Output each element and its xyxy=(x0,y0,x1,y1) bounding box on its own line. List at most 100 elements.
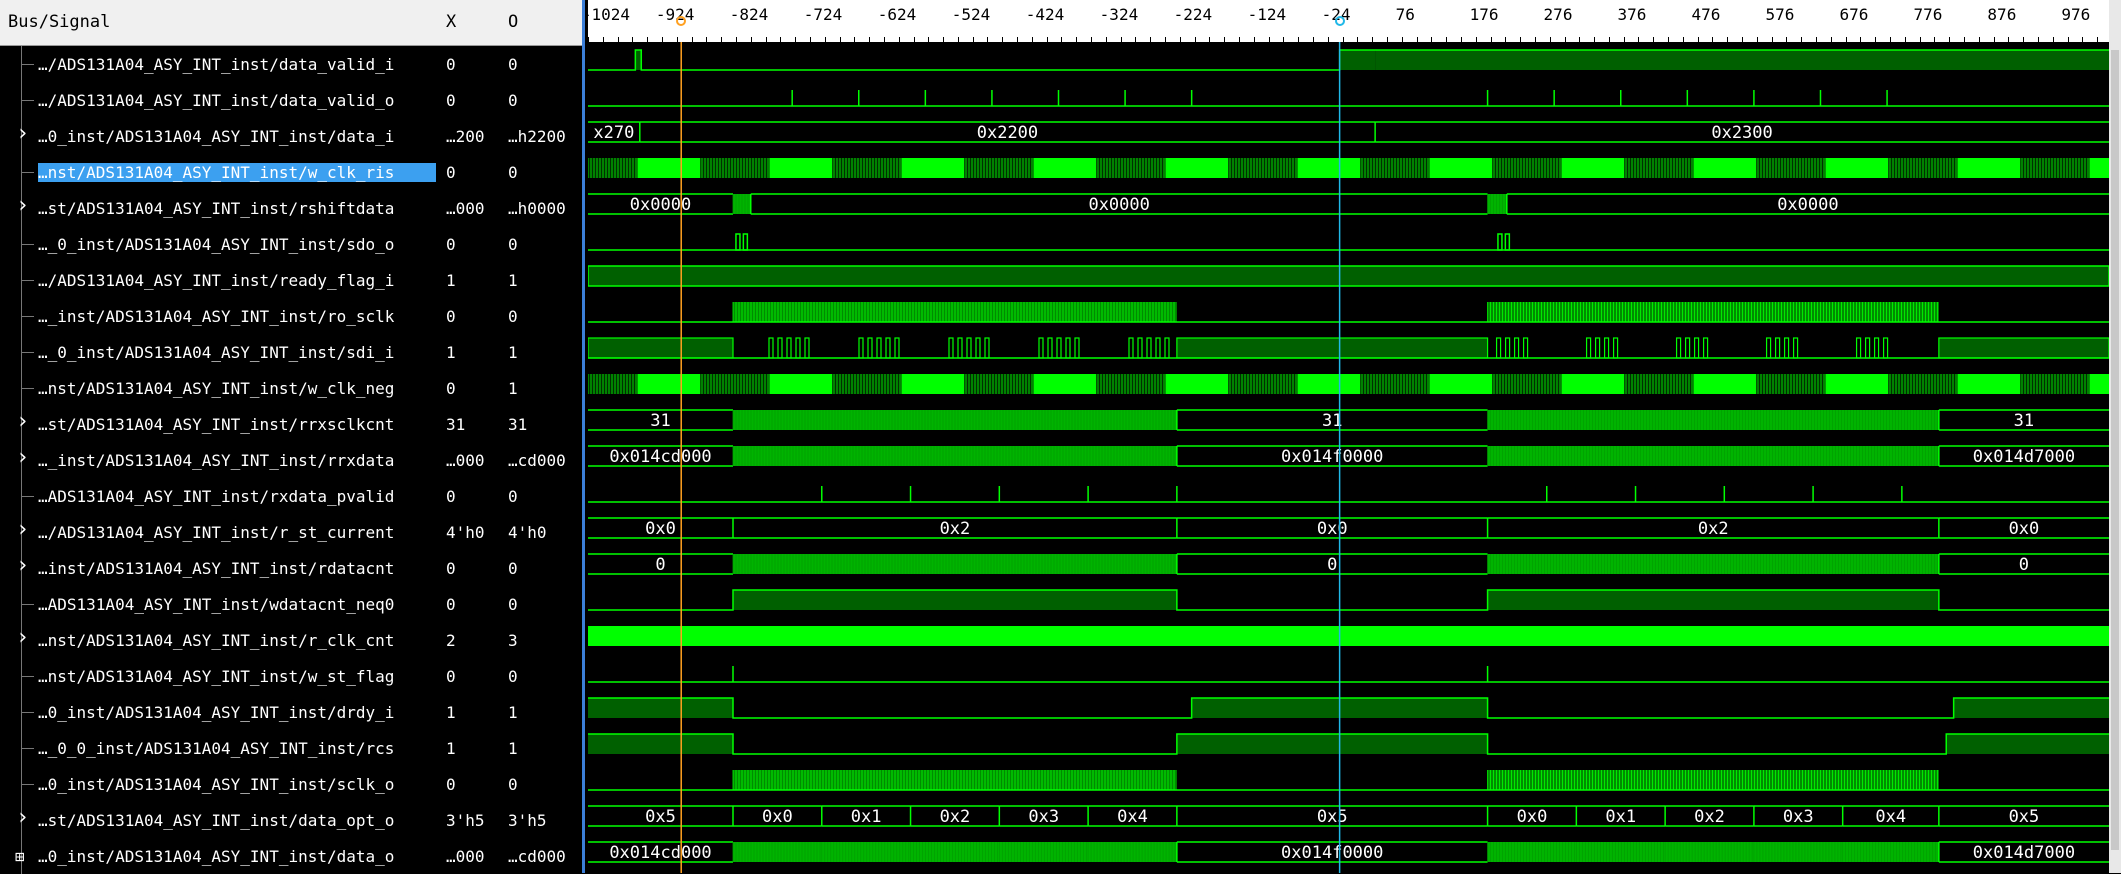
signal-row[interactable]: …nst/ADS131A04_ASY_INT_inst/w_clk_neg 0 1 xyxy=(0,370,582,406)
pulse-mark xyxy=(1585,337,1592,359)
scrollbar-thumb[interactable] xyxy=(2111,50,2119,850)
signal-row[interactable]: …nst/ADS131A04_ASY_INT_inst/w_st_flag 0 0 xyxy=(0,658,582,694)
chevron-right-icon[interactable]: › xyxy=(16,123,29,145)
chevron-right-icon[interactable]: › xyxy=(16,807,29,829)
signal-name: …st/ADS131A04_ASY_INT_inst/data_opt_o xyxy=(38,811,395,830)
pulse-mark xyxy=(742,233,749,251)
column-header-x[interactable]: X xyxy=(446,12,456,32)
vertical-scrollbar[interactable] xyxy=(2109,0,2121,873)
pulse-mark xyxy=(1146,337,1152,359)
signal-row[interactable]: › …nst/ADS131A04_ASY_INT_inst/r_clk_cnt 2 3 xyxy=(0,622,582,658)
time-ruler[interactable]: -1024 -924 -824 -724 -624 -524 -424 -324 -224 -12… xyxy=(588,0,2109,42)
signal-row[interactable]: …/ADS131A04_ASY_INT_inst/data_valid_i 0 0 xyxy=(0,46,582,82)
value-x: 0 xyxy=(446,91,456,110)
value-o: 0 xyxy=(508,307,518,326)
waveform-canvas[interactable]: x270 0x2200 0x23000x0000 0x0000 0x000031 31 31… xyxy=(588,42,2109,873)
ruler-tick-label: -424 xyxy=(1025,5,1065,24)
cursor-marker-yellow[interactable] xyxy=(676,16,687,26)
high-fill xyxy=(732,590,1177,610)
bus-value-label: 0 xyxy=(1327,555,1337,575)
signal-name: …nst/ADS131A04_ASY_INT_inst/r_clk_cnt xyxy=(38,631,395,650)
signal-row[interactable]: …_0_inst/ADS131A04_ASY_INT_inst/sdi_i 1 1 xyxy=(0,334,582,370)
value-o: 0 xyxy=(508,667,518,686)
signal-name: …0_inst/ADS131A04_ASY_INT_inst/sclk_o xyxy=(38,775,395,794)
signal-row[interactable]: ⊞ …0_inst/ADS131A04_ASY_INT_inst/data_o …0… xyxy=(0,838,582,874)
chevron-right-icon[interactable]: › xyxy=(16,411,29,433)
signal-row[interactable]: …ADS131A04_ASY_INT_inst/wdatacnt_neq0 0 0 xyxy=(0,586,582,622)
bus-value-label: 0x0 xyxy=(1317,519,1348,539)
pulse-mark xyxy=(885,337,891,359)
value-x: 0 xyxy=(446,379,456,398)
chevron-right-icon[interactable]: › xyxy=(16,555,29,577)
value-x: …000 xyxy=(446,451,485,470)
pulse-mark xyxy=(1065,337,1071,359)
signal-row[interactable]: …ADS131A04_ASY_INT_inst/rxdata_pvalid 0 0 xyxy=(0,478,582,514)
waveform-panel[interactable]: -1024 -924 -824 -724 -624 -524 -424 -324 -224 -12… xyxy=(588,0,2109,873)
bus-value-label: 0x014d7000 xyxy=(1973,843,2075,863)
signal-row[interactable]: › …st/ADS131A04_ASY_INT_inst/rrxsclkcnt 31… xyxy=(0,406,582,442)
value-x: 0 xyxy=(446,775,456,794)
signal-row[interactable]: …_0_0_inst/ADS131A04_ASY_INT_inst/rcs 1 1 xyxy=(0,730,582,766)
tree-branch xyxy=(22,676,34,677)
signal-name: …/ADS131A04_ASY_INT_inst/ready_flag_i xyxy=(38,271,395,290)
ruler-tick-label: 276 xyxy=(1543,5,1573,24)
pulse-mark xyxy=(1783,337,1790,359)
bus-value-label: 0x4 xyxy=(1117,807,1148,827)
bus-dense-fill xyxy=(821,842,911,862)
signal-row[interactable]: …0_inst/ADS131A04_ASY_INT_inst/sclk_o 0 0 xyxy=(0,766,582,802)
signal-row[interactable]: …_0_inst/ADS131A04_ASY_INT_inst/sdo_o 0 0 xyxy=(0,226,582,262)
pulse-mark xyxy=(1504,233,1511,251)
tree-branch xyxy=(22,748,34,749)
value-o: 1 xyxy=(508,271,518,290)
signal-row[interactable]: › …inst/ADS131A04_ASY_INT_inst/rdatacnt 0 0 xyxy=(0,550,582,586)
signal-row[interactable]: › …_inst/ADS131A04_ASY_INT_inst/rrxdata …0… xyxy=(0,442,582,478)
chevron-right-icon[interactable]: › xyxy=(16,627,29,649)
signal-row[interactable]: › …st/ADS131A04_ASY_INT_inst/data_opt_o 3'… xyxy=(0,802,582,838)
signal-row[interactable]: › …/ADS131A04_ASY_INT_inst/r_st_current 4'… xyxy=(0,514,582,550)
column-header-o[interactable]: O xyxy=(508,12,518,32)
value-o: 1 xyxy=(508,343,518,362)
tree-branch xyxy=(22,712,34,713)
pulse-mark xyxy=(1047,337,1053,359)
value-o: 0 xyxy=(508,487,518,506)
ruler-tick-label: 976 xyxy=(2061,5,2091,24)
pulse-mark xyxy=(975,337,981,359)
bus-dense-fill xyxy=(732,842,822,862)
signal-row[interactable]: …_inst/ADS131A04_ASY_INT_inst/ro_sclk 0 0 xyxy=(0,298,582,334)
signal-row[interactable]: › …st/ADS131A04_ASY_INT_inst/rshiftdata …0… xyxy=(0,190,582,226)
bus-value-label: 0x2300 xyxy=(1711,123,1772,143)
signal-row[interactable]: …nst/ADS131A04_ASY_INT_inst/w_clk_ris 0 0 xyxy=(0,154,582,190)
ruler-tick-label: -824 xyxy=(729,5,769,24)
chevron-right-icon[interactable]: › xyxy=(16,447,29,469)
ruler-tick-label: -124 xyxy=(1247,5,1287,24)
chevron-right-icon[interactable]: › xyxy=(16,195,29,217)
chevron-right-icon[interactable]: › xyxy=(16,519,29,541)
column-header-name[interactable]: Bus/Signal xyxy=(8,12,110,32)
bus-value-label: 0x0 xyxy=(2009,519,2040,539)
signal-row[interactable]: …0_inst/ADS131A04_ASY_INT_inst/drdy_i 1 1 xyxy=(0,694,582,730)
bus-value-label: 0 xyxy=(655,555,665,575)
pulse-mark xyxy=(1675,337,1682,359)
ruler-tick-label: 76 xyxy=(1395,5,1415,24)
ruler-tick-label: -324 xyxy=(1099,5,1139,24)
pulse-mark xyxy=(795,337,801,359)
bus-value-label: x270 xyxy=(593,123,634,143)
signal-name: …0_inst/ADS131A04_ASY_INT_inst/data_o xyxy=(38,847,395,866)
signal-row[interactable]: …/ADS131A04_ASY_INT_inst/ready_flag_i 1 1 xyxy=(0,262,582,298)
expand-plus-icon[interactable]: ⊞ xyxy=(15,846,25,868)
pulse-mark xyxy=(1774,337,1781,359)
signal-row[interactable]: …/ADS131A04_ASY_INT_inst/data_valid_o 0 0 xyxy=(0,82,582,118)
pulse-mark xyxy=(1864,337,1871,359)
ruler-tick-label: 376 xyxy=(1617,5,1647,24)
signal-row[interactable]: › …0_inst/ADS131A04_ASY_INT_inst/data_i …2… xyxy=(0,118,582,154)
ruler-tick-label: 876 xyxy=(1987,5,2017,24)
value-o: 0 xyxy=(508,775,518,794)
value-x: 2 xyxy=(446,631,456,650)
cursor-marker-cyan[interactable] xyxy=(1334,16,1345,26)
high-fill xyxy=(1339,50,1376,70)
bus-dense-fill xyxy=(1665,842,1754,862)
dense-toggle-fill xyxy=(588,626,2109,646)
pulse-mark xyxy=(804,337,810,359)
bus-value-label: 0 xyxy=(2019,555,2029,575)
high-fill xyxy=(1176,337,1489,359)
